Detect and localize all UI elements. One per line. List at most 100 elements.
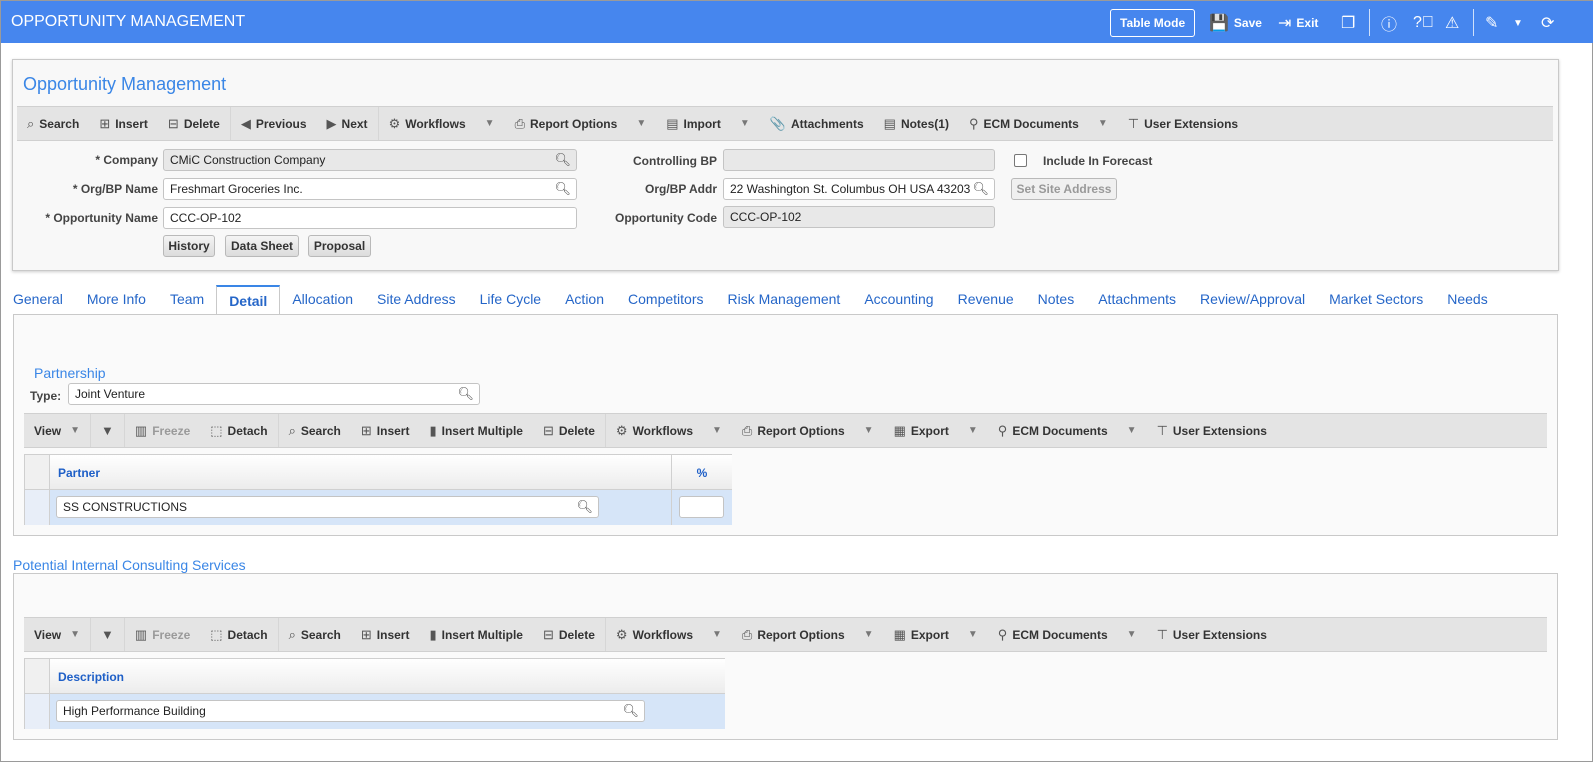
chevron-down-icon[interactable]: ▼ <box>864 425 874 436</box>
type-field[interactable]: Joint Venture 🔍︎ <box>68 383 480 405</box>
row-selector[interactable] <box>25 490 50 525</box>
user-extensions-button[interactable]: ⊤ User Extensions <box>1147 618 1277 651</box>
insert-button[interactable]: ⊞ Insert <box>351 414 420 447</box>
filter-button[interactable]: ▼ <box>91 618 124 651</box>
description-field[interactable]: High Performance Building 🔍︎ <box>56 700 645 722</box>
search-button[interactable]: ⌕ Search <box>279 414 351 447</box>
percent-field[interactable] <box>679 496 724 518</box>
partner-field[interactable]: SS CONSTRUCTIONS 🔍︎ <box>56 496 599 518</box>
save-button[interactable]: 💾 Save <box>1209 9 1262 37</box>
org-bp-addr-field[interactable]: 22 Washington St. Columbus OH USA 43203 🔍… <box>723 178 995 200</box>
workflows-button[interactable]: ⚙ Workflows ▼ <box>606 618 732 651</box>
view-button[interactable]: View ▼ <box>24 414 90 447</box>
user-extensions-button[interactable]: ⊤ User Extensions <box>1118 107 1248 140</box>
orgbp-field[interactable]: Freshmart Groceries Inc. 🔍︎ <box>163 178 577 200</box>
ecm-documents-button[interactable]: ⚲ ECM Documents ▼ <box>959 107 1118 140</box>
opportunity-code-field[interactable]: CCC-OP-102 <box>723 206 995 228</box>
search-icon[interactable]: 🔍︎ <box>457 386 474 402</box>
tab-review-approval[interactable]: Review/Approval <box>1188 285 1317 315</box>
tab-general[interactable]: General <box>1 285 75 315</box>
freeze-button[interactable]: ▥ Freeze <box>125 414 200 447</box>
history-button[interactable]: History <box>163 235 215 257</box>
export-button[interactable]: ▦ Export ▼ <box>884 618 988 651</box>
help-icon[interactable]: ?⃝ <box>1413 9 1434 37</box>
refresh-icon[interactable]: ⟳ <box>1541 9 1554 37</box>
chevron-down-icon[interactable]: ▼ <box>968 629 978 640</box>
tab-needs[interactable]: Needs <box>1435 285 1499 315</box>
set-site-address-button[interactable]: Set Site Address <box>1011 178 1117 200</box>
tab-more-info[interactable]: More Info <box>75 285 158 315</box>
chevron-down-icon[interactable]: ▼ <box>712 425 722 436</box>
row-selector[interactable] <box>25 694 50 729</box>
report-options-button[interactable]: ⎙ Report Options ▼ <box>732 414 884 447</box>
insert-multiple-button[interactable]: ▮ Insert Multiple <box>419 414 533 447</box>
include-in-forecast-checkbox[interactable] <box>1014 154 1027 167</box>
chevron-down-icon[interactable]: ▼ <box>740 118 750 129</box>
chevron-down-icon[interactable]: ▼ <box>864 629 874 640</box>
chevron-down-icon[interactable]: ▼ <box>1127 425 1137 436</box>
next-button[interactable]: ▶ Next <box>317 107 378 140</box>
opportunity-name-field[interactable]: CCC-OP-102 <box>163 207 577 229</box>
column-header-percent[interactable]: % <box>672 455 732 490</box>
proposal-button[interactable]: Proposal <box>308 235 371 257</box>
detach-button[interactable]: ⬚ Detach <box>200 618 277 651</box>
chevron-down-icon[interactable]: ▼ <box>968 425 978 436</box>
chevron-down-icon[interactable]: ▼ <box>70 629 80 640</box>
report-options-button[interactable]: ⎙ Report Options ▼ <box>505 107 657 140</box>
tab-life-cycle[interactable]: Life Cycle <box>468 285 553 315</box>
tab-market-sectors[interactable]: Market Sectors <box>1317 285 1435 315</box>
warning-icon[interactable]: ⚠ <box>1445 9 1459 37</box>
chevron-down-icon[interactable]: ▼ <box>70 425 80 436</box>
search-button[interactable]: ⌕ Search <box>17 107 89 140</box>
import-button[interactable]: ▤ Import ▼ <box>656 107 760 140</box>
column-header-description[interactable]: Description <box>50 659 725 694</box>
filter-button[interactable]: ▼ <box>91 414 124 447</box>
insert-button[interactable]: ⊞ Insert <box>89 107 158 140</box>
chevron-down-icon[interactable]: ▼ <box>712 629 722 640</box>
workflows-button[interactable]: ⚙ Workflows ▼ <box>379 107 505 140</box>
insert-button[interactable]: ⊞ Insert <box>351 618 420 651</box>
search-button[interactable]: ⌕ Search <box>279 618 351 651</box>
insert-multiple-button[interactable]: ▮ Insert Multiple <box>419 618 533 651</box>
tab-action[interactable]: Action <box>553 285 616 315</box>
table-mode-button[interactable]: Table Mode <box>1110 9 1196 37</box>
company-field[interactable]: CMiC Construction Company 🔍︎ <box>163 149 577 171</box>
search-icon[interactable]: 🔍︎ <box>576 499 593 515</box>
windows-icon[interactable]: ❐ <box>1341 9 1355 37</box>
tab-team[interactable]: Team <box>158 285 216 315</box>
view-button[interactable]: View ▼ <box>24 618 90 651</box>
tab-allocation[interactable]: Allocation <box>280 285 365 315</box>
chevron-down-icon[interactable]: ▼ <box>1098 118 1108 129</box>
column-header-partner[interactable]: Partner <box>50 455 672 490</box>
ecm-documents-button[interactable]: ⚲ ECM Documents ▼ <box>988 618 1147 651</box>
previous-button[interactable]: ◀ Previous <box>231 107 317 140</box>
export-button[interactable]: ▦ Export ▼ <box>884 414 988 447</box>
notes-1-button[interactable]: ▤ Notes(1) <box>874 107 959 140</box>
tab-detail[interactable]: Detail <box>216 285 281 315</box>
tab-revenue[interactable]: Revenue <box>946 285 1026 315</box>
report-options-button[interactable]: ⎙ Report Options ▼ <box>732 618 884 651</box>
tab-notes[interactable]: Notes <box>1026 285 1087 315</box>
detach-button[interactable]: ⬚ Detach <box>200 414 277 447</box>
tab-risk-management[interactable]: Risk Management <box>715 285 852 315</box>
ecm-documents-button[interactable]: ⚲ ECM Documents ▼ <box>988 414 1147 447</box>
tab-competitors[interactable]: Competitors <box>616 285 715 315</box>
chevron-down-icon[interactable]: ▼ <box>485 118 495 129</box>
attachments-button[interactable]: 📎 Attachments <box>760 107 874 140</box>
workflows-button[interactable]: ⚙ Workflows ▼ <box>606 414 732 447</box>
chevron-down-icon[interactable]: ▼ <box>1513 9 1523 37</box>
delete-button[interactable]: ⊟ Delete <box>533 618 605 651</box>
tab-accounting[interactable]: Accounting <box>852 285 945 315</box>
chevron-down-icon[interactable]: ▼ <box>636 118 646 129</box>
controlling-bp-field[interactable] <box>723 149 995 171</box>
chevron-down-icon[interactable]: ▼ <box>1127 629 1137 640</box>
edit-icon[interactable]: ✎ <box>1485 9 1498 37</box>
exit-button[interactable]: ⇥ Exit <box>1278 9 1318 37</box>
data-sheet-button[interactable]: Data Sheet <box>225 235 299 257</box>
delete-button[interactable]: ⊟ Delete <box>533 414 605 447</box>
tab-attachments[interactable]: Attachments <box>1086 285 1188 315</box>
search-icon[interactable]: 🔍︎ <box>972 181 989 197</box>
user-extensions-button[interactable]: ⊤ User Extensions <box>1147 414 1277 447</box>
freeze-button[interactable]: ▥ Freeze <box>125 618 200 651</box>
search-icon[interactable]: 🔍︎ <box>622 703 639 719</box>
